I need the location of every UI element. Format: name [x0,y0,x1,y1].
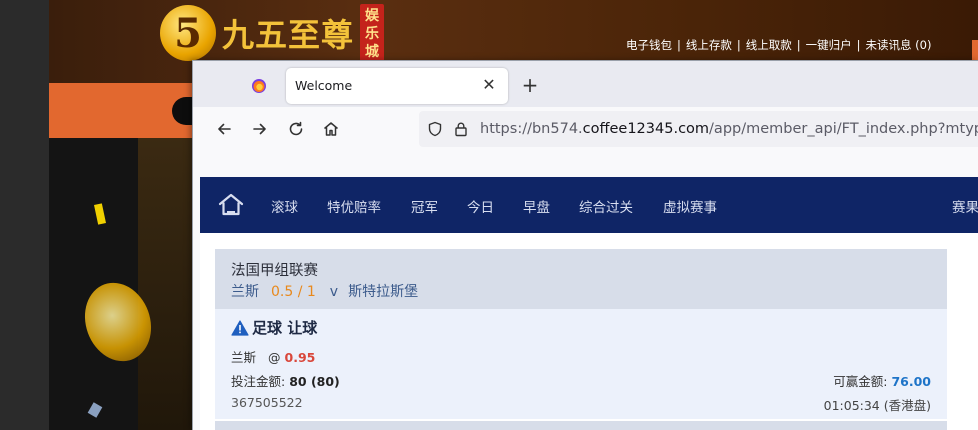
bet-time: 01:05:34 (香港盘) [823,398,931,413]
new-tab-icon[interactable]: + [520,75,540,95]
win-value: 76.00 [891,374,931,389]
tab-strip: Welcome ✕ + [193,61,978,107]
league-name: 法国甲组联赛 [231,263,318,279]
logo-badge-icon: 5 [160,5,216,61]
odds-value: 0.95 [284,350,316,365]
close-icon[interactable]: ✕ [480,76,498,94]
home-team: 兰斯 [231,284,259,300]
league-card: 法国甲组联赛 兰斯 0.5 / 1 v 斯特拉斯堡 [215,249,947,309]
ticket-id: 367505522 [231,395,303,410]
versus-label: v [329,284,339,300]
background-banner-accent [138,138,194,430]
nav-item-champion[interactable]: 冠军 [411,196,438,216]
stake-line: 投注金额: 80 (80) [231,371,340,390]
logo-text: 九五至尊 [222,16,355,54]
forward-icon[interactable] [248,117,272,141]
back-icon[interactable] [212,117,236,141]
bet-type-label: 足球 让球 [252,319,318,337]
nav-item-early[interactable]: 早盘 [523,196,550,216]
odds-line: 兰斯 @0.95 [231,347,315,366]
reload-icon[interactable] [284,117,308,141]
nav-item-today[interactable]: 今日 [467,196,494,216]
away-team: 斯特拉斯堡 [348,284,419,300]
bet-slip-card: 足球 让球 兰斯 @0.95 投注金额: 80 (80) 可赢金额: 76.00 … [215,309,947,419]
bet-title: 足球 让球 [231,317,317,338]
url-path: /app/member_api/FT_index.php?mtype=3& [709,121,978,137]
background-left-strip [0,0,49,430]
url-domain: coffee12345.com [582,121,710,137]
address-bar[interactable]: https://bn574.coffee12345.com/app/member… [419,111,978,147]
win-label: 可赢金额: [833,374,888,389]
page-top-gap [193,151,978,177]
home-icon[interactable] [319,117,343,141]
background-site-logo[interactable]: 5 九五至尊 娱乐城 [160,4,385,62]
stake-label: 投注金额: [231,374,286,389]
logo-tag: 娱乐城 [360,4,385,62]
top-link-messages[interactable]: 未读讯息 (0) [866,38,932,52]
site-nav-bar: 滚球 特优赔率 冠军 今日 早盘 综合过关 虚拟赛事 赛果 [200,177,978,233]
bet-content: 法国甲组联赛 兰斯 0.5 / 1 v 斯特拉斯堡 足球 让球 兰斯 @0.95 投注金… [200,233,978,430]
match-line: 兰斯 0.5 / 1 v 斯特拉斯堡 [231,281,418,301]
site-home-icon[interactable] [218,193,244,217]
browser-toolbar: https://bn574.coffee12345.com/app/member… [193,107,978,151]
nav-item-virtual[interactable]: 虚拟赛事 [663,196,717,216]
stake-value: 80 (80) [289,374,340,389]
next-league-card [215,421,947,430]
tab-welcome[interactable]: Welcome ✕ [286,68,508,104]
firefox-icon[interactable] [251,78,267,94]
url-prefix: https://bn574. [480,121,583,137]
shield-icon[interactable] [427,121,443,137]
lock-icon[interactable] [453,121,469,137]
at-symbol: @ [268,350,281,365]
nav-item-special-odds[interactable]: 特优赔率 [327,196,381,216]
tab-title: Welcome [295,78,353,93]
nav-item-parlay[interactable]: 综合过关 [579,196,633,216]
win-line: 可赢金额: 76.00 [833,371,931,390]
top-link-consolidate[interactable]: 一键归户 [806,38,852,52]
url-text[interactable]: https://bn574.coffee12345.com/app/member… [480,121,978,137]
top-link-wallet[interactable]: 电子钱包 [626,38,672,52]
nav-item-results[interactable]: 赛果 [952,196,978,216]
warning-icon [231,319,249,336]
browser-window: Welcome ✕ + https://bn574.coffee12345.co… [192,60,978,430]
top-link-withdraw[interactable]: 线上取款 [746,38,792,52]
nav-item-live[interactable]: 滚球 [271,196,298,216]
handicap-value: 0.5 / 1 [271,284,316,300]
background-top-links: 电子钱包 | 线上存款 | 线上取款 | 一键归户 | 未读讯息 (0) [626,38,932,52]
selection-team: 兰斯 [231,350,257,365]
top-link-deposit[interactable]: 线上存款 [686,38,732,52]
background-orange-corner [972,40,978,60]
